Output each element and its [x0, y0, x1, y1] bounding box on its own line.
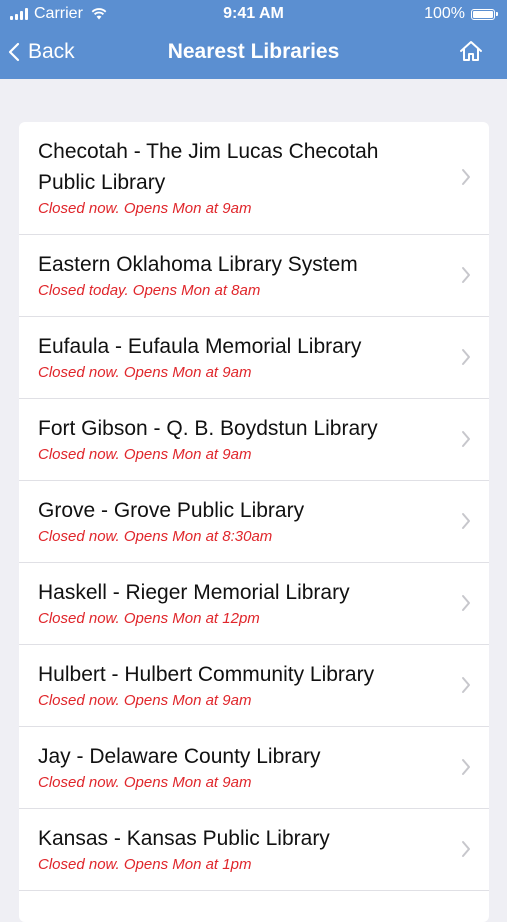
page-title: Nearest Libraries	[167, 40, 340, 63]
library-row[interactable]: Haskell - Rieger Memorial Library Closed …	[19, 563, 489, 645]
library-row[interactable]: Grove - Grove Public Library Closed now. …	[19, 481, 489, 563]
library-name: Checotah - The Jim Lucas Checotah Public…	[38, 140, 379, 194]
library-list: Checotah - The Jim Lucas Checotah Public…	[19, 122, 489, 922]
library-hours: Closed now. Opens Mon at 9am	[38, 692, 252, 709]
library-hours: Closed today. Opens Mon at 8am	[38, 282, 261, 299]
chevron-right-icon	[462, 758, 470, 775]
chevron-right-icon	[462, 348, 470, 365]
library-row[interactable]: Eufaula - Eufaula Memorial Library Closed…	[19, 317, 489, 399]
library-hours: Closed now. Opens Mon at 9am	[38, 774, 252, 791]
chevron-right-icon	[462, 594, 470, 611]
library-name: Grove - Grove Public Library	[38, 499, 305, 522]
library-row[interactable]: Eastern Oklahoma Library System Closed to…	[19, 235, 489, 317]
library-hours: Closed now. Opens Mon at 1pm	[38, 856, 252, 873]
top-bar: Carrier 9:41 AM 100% Back Nearest Librar…	[0, 0, 507, 79]
library-hours: Closed now. Opens Mon at 9am	[38, 446, 252, 463]
library-name: Kansas - Kansas Public Library	[38, 827, 330, 850]
library-name: Hulbert - Hulbert Community Library	[38, 663, 375, 686]
home-icon	[460, 41, 482, 61]
library-name: Eastern Oklahoma Library System	[38, 253, 358, 276]
chevron-right-icon	[462, 266, 470, 283]
library-name: Fort Gibson - Q. B. Boydstun Library	[38, 417, 378, 440]
chevron-right-icon	[462, 676, 470, 693]
library-hours: Closed now. Opens Mon at 9am	[38, 200, 252, 217]
library-hours: Closed now. Opens Mon at 9am	[38, 364, 252, 381]
status-right: 100%	[424, 5, 498, 23]
library-row[interactable]: Kansas - Kansas Public Library Closed now…	[19, 809, 489, 891]
library-name: Haskell - Rieger Memorial Library	[38, 581, 350, 604]
chevron-right-icon	[462, 512, 470, 529]
chevron-right-icon	[462, 169, 470, 185]
home-button[interactable]	[459, 40, 483, 67]
battery-icon	[471, 8, 498, 20]
navigation-bar: Back Nearest Libraries	[0, 30, 507, 79]
battery-percent: 100%	[424, 5, 465, 22]
library-row[interactable]: Jay - Delaware County Library Closed now.…	[19, 727, 489, 809]
chevron-right-icon	[462, 430, 470, 447]
library-name: Eufaula - Eufaula Memorial Library	[38, 335, 362, 358]
library-row[interactable]: Hulbert - Hulbert Community Library Close…	[19, 645, 489, 727]
library-hours: Closed now. Opens Mon at 8:30am	[38, 528, 273, 545]
library-hours: Closed now. Opens Mon at 12pm	[38, 610, 260, 627]
status-bar: Carrier 9:41 AM 100%	[0, 0, 507, 30]
library-name: Jay - Delaware County Library	[38, 745, 321, 768]
chevron-right-icon	[462, 840, 470, 857]
library-row[interactable]: Checotah - The Jim Lucas Checotah Public…	[19, 122, 489, 235]
library-row[interactable]: Fort Gibson - Q. B. Boydstun Library Clos…	[19, 399, 489, 481]
